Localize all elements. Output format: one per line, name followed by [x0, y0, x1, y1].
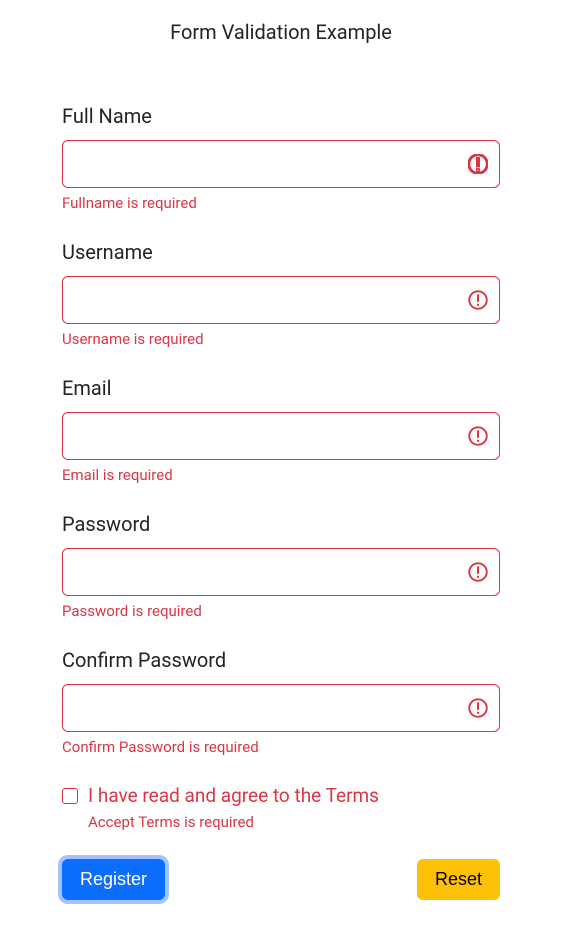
fullname-group: Full Name Fullname is required: [62, 104, 500, 212]
terms-row: I have read and agree to the Terms: [62, 784, 500, 807]
confirm-password-label: Confirm Password: [62, 648, 500, 672]
terms-label[interactable]: I have read and agree to the Terms: [88, 784, 379, 807]
password-input[interactable]: [62, 548, 500, 596]
registration-form: Full Name Fullname is required Username …: [62, 104, 500, 900]
email-error: Email is required: [62, 466, 500, 484]
username-label: Username: [62, 240, 500, 264]
password-input-wrapper: [62, 548, 500, 596]
terms-group: I have read and agree to the Terms Accep…: [62, 784, 500, 831]
page-title: Form Validation Example: [62, 20, 500, 44]
email-group: Email Email is required: [62, 376, 500, 484]
terms-error: Accept Terms is required: [88, 813, 500, 831]
fullname-label: Full Name: [62, 104, 500, 128]
username-input-wrapper: [62, 276, 500, 324]
confirm-password-group: Confirm Password Confirm Password is req…: [62, 648, 500, 756]
confirm-password-input[interactable]: [62, 684, 500, 732]
fullname-input[interactable]: [62, 140, 500, 188]
confirm-password-error: Confirm Password is required: [62, 738, 500, 756]
confirm-password-input-wrapper: [62, 684, 500, 732]
password-error: Password is required: [62, 602, 500, 620]
password-label: Password: [62, 512, 500, 536]
email-input[interactable]: [62, 412, 500, 460]
username-error: Username is required: [62, 330, 500, 348]
fullname-input-wrapper: [62, 140, 500, 188]
reset-button[interactable]: Reset: [417, 859, 500, 900]
fullname-error: Fullname is required: [62, 194, 500, 212]
password-group: Password Password is required: [62, 512, 500, 620]
button-row: Register Reset: [62, 859, 500, 900]
email-input-wrapper: [62, 412, 500, 460]
username-input[interactable]: [62, 276, 500, 324]
terms-checkbox[interactable]: [62, 788, 78, 804]
email-label: Email: [62, 376, 500, 400]
register-button[interactable]: Register: [62, 859, 165, 900]
username-group: Username Username is required: [62, 240, 500, 348]
